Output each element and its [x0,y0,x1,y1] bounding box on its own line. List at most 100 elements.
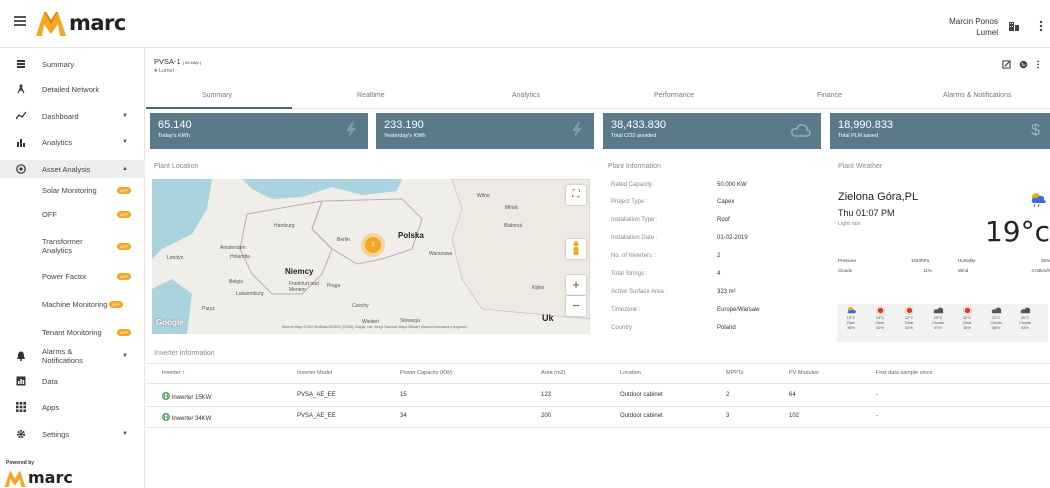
edit-icon[interactable] [1002,60,1011,69]
weather-city: Zielona Góra,PL [838,191,919,203]
column-header-power[interactable]: Power Capacity (KW) [400,370,453,376]
sidebar-item-dashboard[interactable]: Dashboard ▼ [0,110,145,122]
summary-icon [17,60,25,68]
column-header-area[interactable]: Area (m2) [541,370,565,376]
more-vert-icon[interactable] [1036,60,1040,69]
kpi-value: 18,990.833 [838,119,894,131]
inverter-name-cell[interactable]: Inwerter 34KW [162,413,211,422]
info-value: Roof [717,217,730,223]
tab-alarms-notifications[interactable]: Alarms & Notifications [943,92,1011,99]
sidebar: Summary Detailed Network Dashboard ▼ Ana… [0,48,145,488]
dollar-icon: $ [1031,122,1040,139]
map-label-ukraine: Uk [542,313,554,323]
sun-icon [875,306,885,315]
map-label-vilnius: Wilno [477,193,490,199]
map-attribution[interactable]: Dane do Mapy ©2022 GeoBasis-DE/BKG (©200… [282,325,467,329]
map-zoom-in-button[interactable]: + [566,275,586,295]
inverter-information-title: Inverter Information [154,350,215,357]
site-title: PVSA-1 ( 50 kWp ) [154,57,201,66]
table-divider [146,427,1050,428]
forecast-percent: 36% [847,326,855,330]
table-divider [146,363,1050,364]
tab-analytics[interactable]: Analytics [512,92,540,99]
chevron-up-icon: ▲ [122,166,128,172]
forecast-item: 32°C Clear 36% [955,306,979,331]
sidebar-item-label: Asset Analysis [42,165,91,174]
sidebar-item-label: Alarms & Notifications [42,347,83,365]
column-header-first-sample[interactable]: First data sample since [876,370,933,376]
google-logo: Google [156,318,184,327]
cloud-icon [791,124,811,137]
map-label-paris: Paryż [202,306,215,312]
sidebar-item-detailed-network[interactable]: Detailed Network [0,83,145,95]
tab-performance[interactable]: Performance [654,92,694,99]
info-label: No. of Inverters : [611,253,656,259]
sidebar-item-summary[interactable]: Summary [0,58,145,70]
info-label: Timezone : [611,307,641,313]
more-vert-icon[interactable] [1038,20,1044,32]
footer-brand-name: marc [28,468,73,487]
map-label-london: Londyn [167,255,184,261]
forecast-item: 23°C Clouds 58% [984,306,1008,331]
sidebar-subitem-tenant-monitoring[interactable]: Tenant Monitoring APP [0,326,145,338]
user-info[interactable]: Marcin Ponos Lumel [949,16,998,38]
tab-summary[interactable]: Summary [202,92,232,99]
forecast-percent: 52% [876,326,884,330]
inverter-name-cell[interactable]: Inwerter 15KW [162,392,211,401]
bell-icon [17,351,25,361]
sidebar-subitem-solar-monitoring[interactable]: Solar Monitoring APP [0,184,145,196]
forecast-condition: Clouds [1019,321,1031,325]
column-header-location[interactable]: Location [620,370,641,376]
column-header-mppts[interactable]: MPPTs [726,370,743,376]
column-header-inverter[interactable]: Inverter ↑ [162,370,185,376]
sidebar-item-alarms[interactable]: Alarms & Notifications ▼ [0,346,145,366]
sidebar-subitem-power-factor[interactable]: Power Factor APP [0,270,145,282]
plant-location-map[interactable]: Polska Niemcy Berlin Hamburg Warszawa Pr… [152,179,590,334]
table-divider [146,383,1050,384]
humidity-value: 36% [1040,258,1050,263]
lightning-icon [346,122,356,138]
tab-realtime[interactable]: Realtime [357,92,385,99]
sidebar-item-label: Summary [42,59,75,69]
sidebar-item-label: Detailed Network [42,84,100,94]
map-fullscreen-button[interactable]: ⛶ [566,185,586,205]
map-label-germany: Niemcy [285,267,314,276]
tab-finance[interactable]: Finance [817,92,842,99]
map-streetview-button[interactable] [566,239,586,259]
sidebar-item-settings[interactable]: Settings ▼ [0,428,145,440]
sidebar-subitem-machine-monitoring[interactable]: Machine Monitoring APP [0,298,145,310]
sidebar-item-analytics[interactable]: Analytics ▼ [0,136,145,148]
map-label-belarus: Białoruś [504,223,523,229]
forecast-item: 19°C Rain 36% [839,306,863,331]
forecast-percent: 36% [963,326,971,330]
clouds-label: Clouds [838,268,853,273]
map-cluster-marker[interactable]: 2 [365,237,381,253]
kpi-card-co2: 38,433.830 Total CO2 avoided [603,113,821,149]
sidebar-item-data[interactable]: Data [0,375,145,387]
brand-logo[interactable]: marc [36,10,126,36]
plant-location-title: Plant Location [154,163,199,170]
inverter-name: Inwerter 34KW [171,416,212,422]
map-zoom-out-button[interactable]: − [566,296,586,316]
sidebar-subitem-transformer-analytics[interactable]: Transformer Analytics APP [0,236,145,256]
app-badge: APP [117,272,131,280]
forecast-temp: 32°C [962,316,972,320]
sun-icon [904,306,914,315]
sidebar-subitem-off[interactable]: OFF APP [0,208,145,220]
sidebar-item-apps[interactable]: Apps [0,401,145,413]
building-icon[interactable] [1008,20,1020,32]
map-label-minsk: Mińsk [505,205,519,211]
site-location: ● Lumel [154,68,174,74]
globe-icon[interactable] [1019,60,1028,69]
app-badge: APP [117,242,131,250]
forecast-condition: Clear [962,321,972,325]
column-header-pv-modules[interactable]: PV Modules [789,370,819,376]
globe-status-icon [162,392,170,400]
cell-power: 15 [400,392,407,398]
sidebar-item-asset-analysis[interactable]: Asset Analysis ▲ [0,160,145,178]
forecast-condition: Clear [875,321,885,325]
kpi-value: 233.190 [384,119,424,131]
column-header-model[interactable]: Inverter Model [297,370,332,376]
hamburger-menu-icon[interactable] [14,16,26,26]
map-label-belgium: Belgia [229,279,243,285]
